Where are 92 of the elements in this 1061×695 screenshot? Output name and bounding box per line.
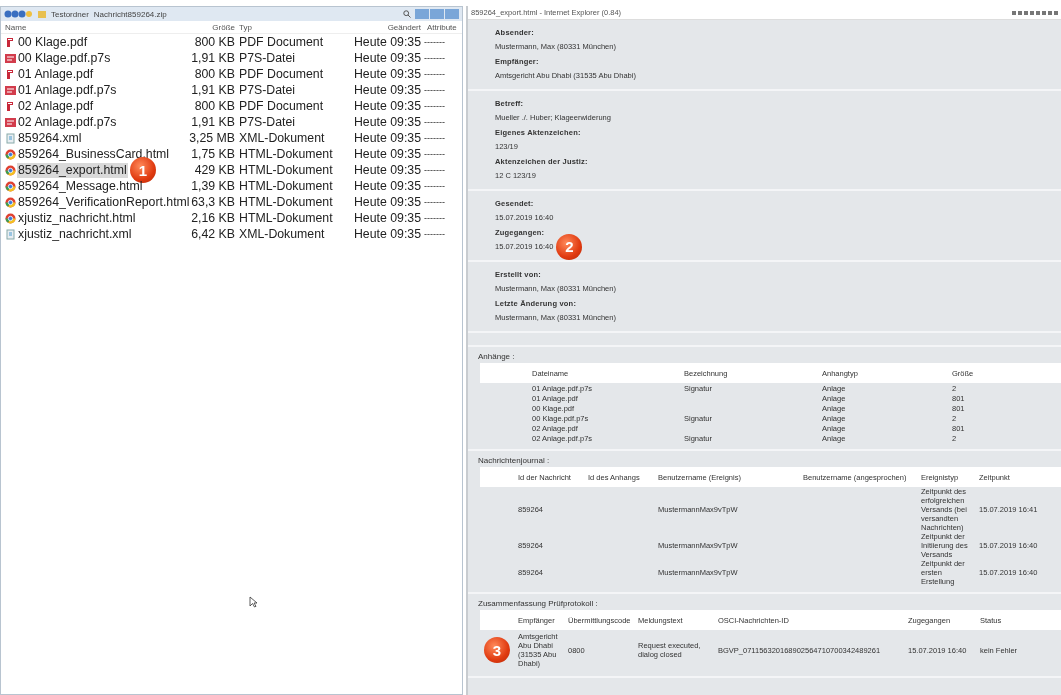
pdf-icon	[5, 100, 16, 112]
number-badge: 2	[556, 233, 583, 260]
file-name[interactable]: 01 Anlage.pdf	[17, 66, 95, 82]
file-name[interactable]: 859264.xml	[17, 130, 83, 146]
file-type: HTML-Dokument	[239, 211, 334, 225]
mouse-cursor-icon	[249, 596, 258, 608]
file-date: Heute 09:35	[353, 146, 421, 162]
file-type: PDF Document	[239, 35, 325, 49]
file-size: 1,75 KB	[190, 146, 235, 162]
file-name[interactable]: 00 Klage.pdf	[17, 34, 89, 50]
file-name[interactable]: 859264_export.html	[17, 162, 128, 178]
browser-icon	[5, 196, 16, 208]
table-title: Zusammenfassung Prüfprotokoll :	[477, 598, 599, 610]
file-size: 2,16 KB	[190, 210, 235, 226]
document-icon	[5, 132, 16, 144]
file-type: P7S-Datei	[239, 115, 297, 129]
file-attributes: -------	[423, 85, 446, 95]
file-type: P7S-Datei	[239, 83, 297, 97]
file-name[interactable]: 02 Anlage.pdf.p7s	[17, 114, 118, 130]
file-type: PDF Document	[239, 99, 325, 113]
column-header[interactable]: Name	[5, 22, 181, 32]
file-date: Heute 09:35	[353, 162, 421, 178]
file-date: Heute 09:35	[353, 194, 421, 210]
navigation-icons[interactable]	[4, 10, 34, 18]
file-size: 1,39 KB	[190, 178, 235, 194]
file-attributes: -------	[423, 69, 446, 79]
certificate-icon	[5, 116, 16, 128]
file-type: PDF Document	[239, 67, 325, 81]
file-type: HTML-Dokument	[239, 195, 334, 209]
file-attributes: -------	[423, 133, 446, 143]
column-header[interactable]: Attribute	[421, 22, 461, 32]
certificate-icon	[5, 52, 16, 64]
file-attributes: -------	[423, 197, 446, 207]
file-size: 1,91 KB	[190, 114, 235, 130]
file-attributes: -------	[423, 53, 446, 63]
toolbar-icons[interactable]	[1012, 10, 1058, 15]
file-attributes: -------	[423, 181, 446, 191]
table-title: Nachrichtenjournal :	[477, 455, 551, 467]
browser-icon	[5, 180, 16, 192]
number-badge: 3	[484, 637, 510, 663]
file-date: Heute 09:35	[353, 66, 421, 82]
file-size: 800 KB	[193, 66, 235, 82]
browser-icon	[5, 212, 16, 224]
column-header[interactable]: Geändert	[351, 22, 421, 32]
browser-icon	[5, 148, 16, 160]
file-size: 429 KB	[193, 162, 235, 178]
file-name[interactable]: 02 Anlage.pdf	[17, 98, 95, 114]
file-size: 6,42 KB	[190, 226, 235, 242]
file-size: 800 KB	[193, 34, 235, 50]
file-name[interactable]: 01 Anlage.pdf.p7s	[17, 82, 118, 98]
pdf-icon	[5, 68, 16, 80]
file-date: Heute 09:35	[353, 210, 421, 226]
search-icon[interactable]	[403, 10, 411, 18]
breadcrumb-item[interactable]: Testordner	[51, 9, 89, 19]
file-name[interactable]: xjustiz_nachricht.xml	[17, 226, 133, 242]
file-attributes: -------	[423, 117, 446, 127]
document-icon	[5, 228, 16, 240]
file-type: XML-Dokument	[239, 131, 326, 145]
file-size: 3,25 MB	[188, 130, 235, 146]
file-size: 1,91 KB	[190, 50, 235, 66]
file-type: HTML-Dokument	[239, 147, 334, 161]
certificate-icon	[5, 84, 16, 96]
file-type: XML-Dokument	[239, 227, 326, 241]
file-date: Heute 09:35	[353, 114, 421, 130]
file-date: Heute 09:35	[353, 226, 421, 242]
browser-icon	[5, 164, 16, 176]
file-date: Heute 09:35	[353, 34, 421, 50]
file-attributes: -------	[423, 37, 446, 47]
file-date: Heute 09:35	[353, 50, 421, 66]
file-date: Heute 09:35	[353, 82, 421, 98]
file-date: Heute 09:35	[353, 130, 421, 146]
breadcrumb-item[interactable]: Nachricht859264.zip	[93, 9, 167, 19]
table-title: Anhänge :	[477, 351, 516, 363]
file-attributes: -------	[423, 149, 446, 159]
file-attributes: -------	[423, 213, 446, 223]
file-date: Heute 09:35	[353, 98, 421, 114]
column-header[interactable]: Typ	[239, 22, 351, 32]
file-date: Heute 09:35	[353, 178, 421, 194]
file-type: P7S-Datei	[239, 51, 297, 65]
folder-icon	[38, 10, 46, 18]
file-attributes: -------	[423, 165, 446, 175]
file-size: 800 KB	[193, 98, 235, 114]
file-type: HTML-Dokument	[239, 163, 334, 177]
file-attributes: -------	[423, 229, 446, 239]
file-name[interactable]: 00 Klage.pdf.p7s	[17, 50, 112, 66]
file-size: 1,91 KB	[190, 82, 235, 98]
file-name[interactable]: 859264_VerificationReport.html	[17, 194, 191, 210]
file-type: HTML-Dokument	[239, 179, 334, 193]
file-attributes: -------	[423, 101, 446, 111]
file-name[interactable]: xjustiz_nachricht.html	[17, 210, 137, 226]
pdf-icon	[5, 36, 16, 48]
column-header[interactable]: Größe	[181, 22, 235, 32]
